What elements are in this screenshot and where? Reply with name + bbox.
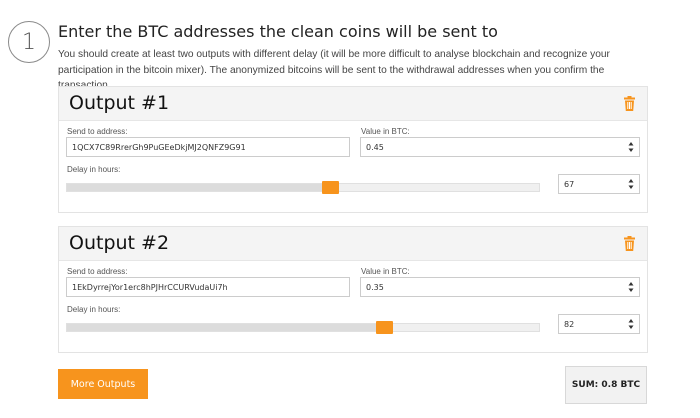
more-outputs-button[interactable]: More Outputs xyxy=(58,369,148,399)
send-to-address-label: Send to address: xyxy=(67,127,128,136)
delay-slider-thumb[interactable] xyxy=(376,321,393,334)
output-panel-header: Output #2 xyxy=(59,227,647,261)
delay-slider-thumb[interactable] xyxy=(322,181,339,194)
value-btc-value: 0.35 xyxy=(366,282,384,292)
delay-hours-value: 67 xyxy=(564,179,575,189)
sum-text: SUM: 0.8 BTC xyxy=(571,380,641,390)
delay-in-hours-label: Delay in hours: xyxy=(67,165,121,174)
output-panel-header: Output #1 xyxy=(59,87,647,121)
delay-hours-input[interactable]: 67 xyxy=(558,174,640,194)
trash-icon[interactable] xyxy=(624,96,635,111)
spinner-arrows-icon[interactable] xyxy=(628,318,634,330)
spinner-arrows-icon[interactable] xyxy=(628,141,634,153)
delay-slider[interactable] xyxy=(66,181,540,194)
address-value: 1EkDyrrejYor1erc8hPJHrCCURVudaUi7h xyxy=(72,282,228,292)
delay-slider-fill xyxy=(67,324,385,331)
delay-slider-fill xyxy=(67,184,331,191)
value-btc-input[interactable]: 0.35 xyxy=(360,277,640,297)
delay-hours-value: 82 xyxy=(564,319,575,329)
delay-slider[interactable] xyxy=(66,321,540,334)
spinner-arrows-icon[interactable] xyxy=(628,281,634,293)
sum-box: SUM: 0.8 BTC xyxy=(565,366,647,404)
spinner-arrows-icon[interactable] xyxy=(628,178,634,190)
more-outputs-label: More Outputs xyxy=(70,378,136,390)
address-input[interactable]: 1QCX7C89RrerGh9PuGEeDkjMJ2QNFZ9G91 xyxy=(66,137,350,157)
trash-icon[interactable] xyxy=(624,236,635,251)
value-in-btc-label: Value in BTC: xyxy=(361,267,410,276)
step-title: Enter the BTC addresses the clean coins … xyxy=(58,22,498,41)
step-number: 1 xyxy=(22,29,36,55)
output-title: Output #1 xyxy=(69,92,170,114)
delay-in-hours-label: Delay in hours: xyxy=(67,305,121,314)
address-value: 1QCX7C89RrerGh9PuGEeDkjMJ2QNFZ9G91 xyxy=(72,142,246,152)
value-btc-value: 0.45 xyxy=(366,142,384,152)
value-btc-input[interactable]: 0.45 xyxy=(360,137,640,157)
send-to-address-label: Send to address: xyxy=(67,267,128,276)
value-in-btc-label: Value in BTC: xyxy=(361,127,410,136)
output-panel-2: Output #2 Send to address: 1EkDyrrejYor1… xyxy=(58,226,648,353)
output-title: Output #2 xyxy=(69,232,170,254)
step-number-circle: 1 xyxy=(8,21,50,63)
output-panel-1: Output #1 Send to address: 1QCX7C89RrerG… xyxy=(58,86,648,213)
address-input[interactable]: 1EkDyrrejYor1erc8hPJHrCCURVudaUi7h xyxy=(66,277,350,297)
delay-hours-input[interactable]: 82 xyxy=(558,314,640,334)
